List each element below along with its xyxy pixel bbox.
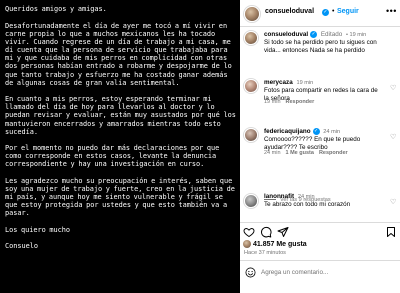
post-header: consueloduval ✓ • Seguir •••: [240, 0, 400, 27]
comment-time: 24 min: [297, 194, 315, 200]
comment-input[interactable]: [261, 266, 391, 279]
post-actions-bar: [240, 222, 400, 238]
comment-text: Comoooo?????? En que te puedo ayudar????…: [264, 136, 361, 152]
verified-badge-icon: ✓: [312, 128, 320, 135]
avatar[interactable]: [244, 128, 258, 142]
add-comment-bar: [240, 260, 400, 293]
story-paragraph: Por el momento no puedo dar más declarac…: [5, 144, 220, 169]
post-time: Hace 37 minutos: [244, 250, 286, 256]
header-separator: •: [332, 8, 335, 15]
comment-username[interactable]: federicaquijano: [264, 128, 311, 135]
comment-likes[interactable]: 1 Me gusta: [286, 150, 314, 156]
like-heart-icon[interactable]: [243, 226, 255, 238]
comment-text: Te abrazo con todo mi corazón: [264, 201, 351, 208]
verified-badge-icon: ✓: [310, 31, 318, 38]
avatar[interactable]: [244, 6, 260, 22]
caption-username[interactable]: consueloduval: [264, 31, 308, 38]
reply-button[interactable]: Responder: [319, 150, 348, 156]
liker-avatar: [243, 240, 251, 248]
more-options-icon[interactable]: •••: [386, 6, 397, 16]
story-post-image: Queridos amigos y amigas. Desafortunadam…: [0, 0, 240, 293]
reply-button[interactable]: Responder: [286, 99, 315, 105]
story-paragraph: Les agradezco mucho su preocupación e in…: [5, 176, 235, 218]
likes-count[interactable]: 41.857 Me gusta: [243, 240, 307, 248]
comment-time: 19 min: [296, 80, 314, 86]
verified-badge-icon: ✓: [322, 9, 329, 16]
comment-username[interactable]: lanonnafit: [264, 193, 294, 200]
comment-bubble-icon[interactable]: [260, 226, 272, 238]
comment-text-block: lanonnafit 24 min Te abrazo con todo mi …: [264, 193, 384, 209]
story-paragraph: Desafortunadamente el día de ayer me toc…: [5, 21, 232, 87]
comment-meta: 24 min 1 Me gusta Responder: [264, 150, 348, 156]
save-bookmark-icon[interactable]: [385, 226, 397, 238]
like-comment-heart-icon[interactable]: ♡: [390, 199, 396, 206]
avatar[interactable]: [244, 31, 258, 45]
follow-button[interactable]: Seguir: [337, 8, 359, 15]
likes-count-label: 41.857 Me gusta: [253, 240, 307, 248]
story-paragraph: Queridos amigos y amigas.: [5, 5, 107, 13]
emoji-smiley-icon[interactable]: [245, 267, 256, 278]
story-paragraph: Consuelo: [5, 242, 39, 251]
story-paragraph: Los quiero mucho: [5, 225, 71, 234]
post-sidebar: consueloduval ✓ • Seguir ••• consueloduv…: [240, 0, 400, 293]
edited-label: Editado: [320, 31, 343, 39]
comment-ago: 19 min: [264, 99, 281, 105]
like-comment-heart-icon[interactable]: ♡: [390, 85, 396, 92]
avatar[interactable]: [244, 194, 258, 208]
caption-time: • 19 min: [345, 32, 367, 39]
comment-time: 24 min: [323, 129, 341, 136]
comment-ago: 24 min: [264, 150, 281, 156]
like-comment-heart-icon[interactable]: ♡: [390, 134, 396, 141]
comment-meta: 19 min Responder: [264, 99, 314, 105]
caption-text-block: consueloduval ✓ Editado • 19 min Si todo …: [264, 31, 384, 55]
caption-text: Si todo se ha perdido pero tu sigues con…: [264, 39, 377, 55]
comment-text-block: federicaquijano ✓ 24 min Comoooo?????? En…: [264, 128, 384, 152]
comment-username[interactable]: merycaza: [264, 79, 293, 86]
story-paragraph: En cuanto a mis perros, estoy esperando …: [5, 95, 236, 136]
avatar[interactable]: [244, 79, 258, 93]
header-username[interactable]: consueloduval: [265, 8, 314, 15]
share-send-icon[interactable]: [277, 226, 289, 238]
